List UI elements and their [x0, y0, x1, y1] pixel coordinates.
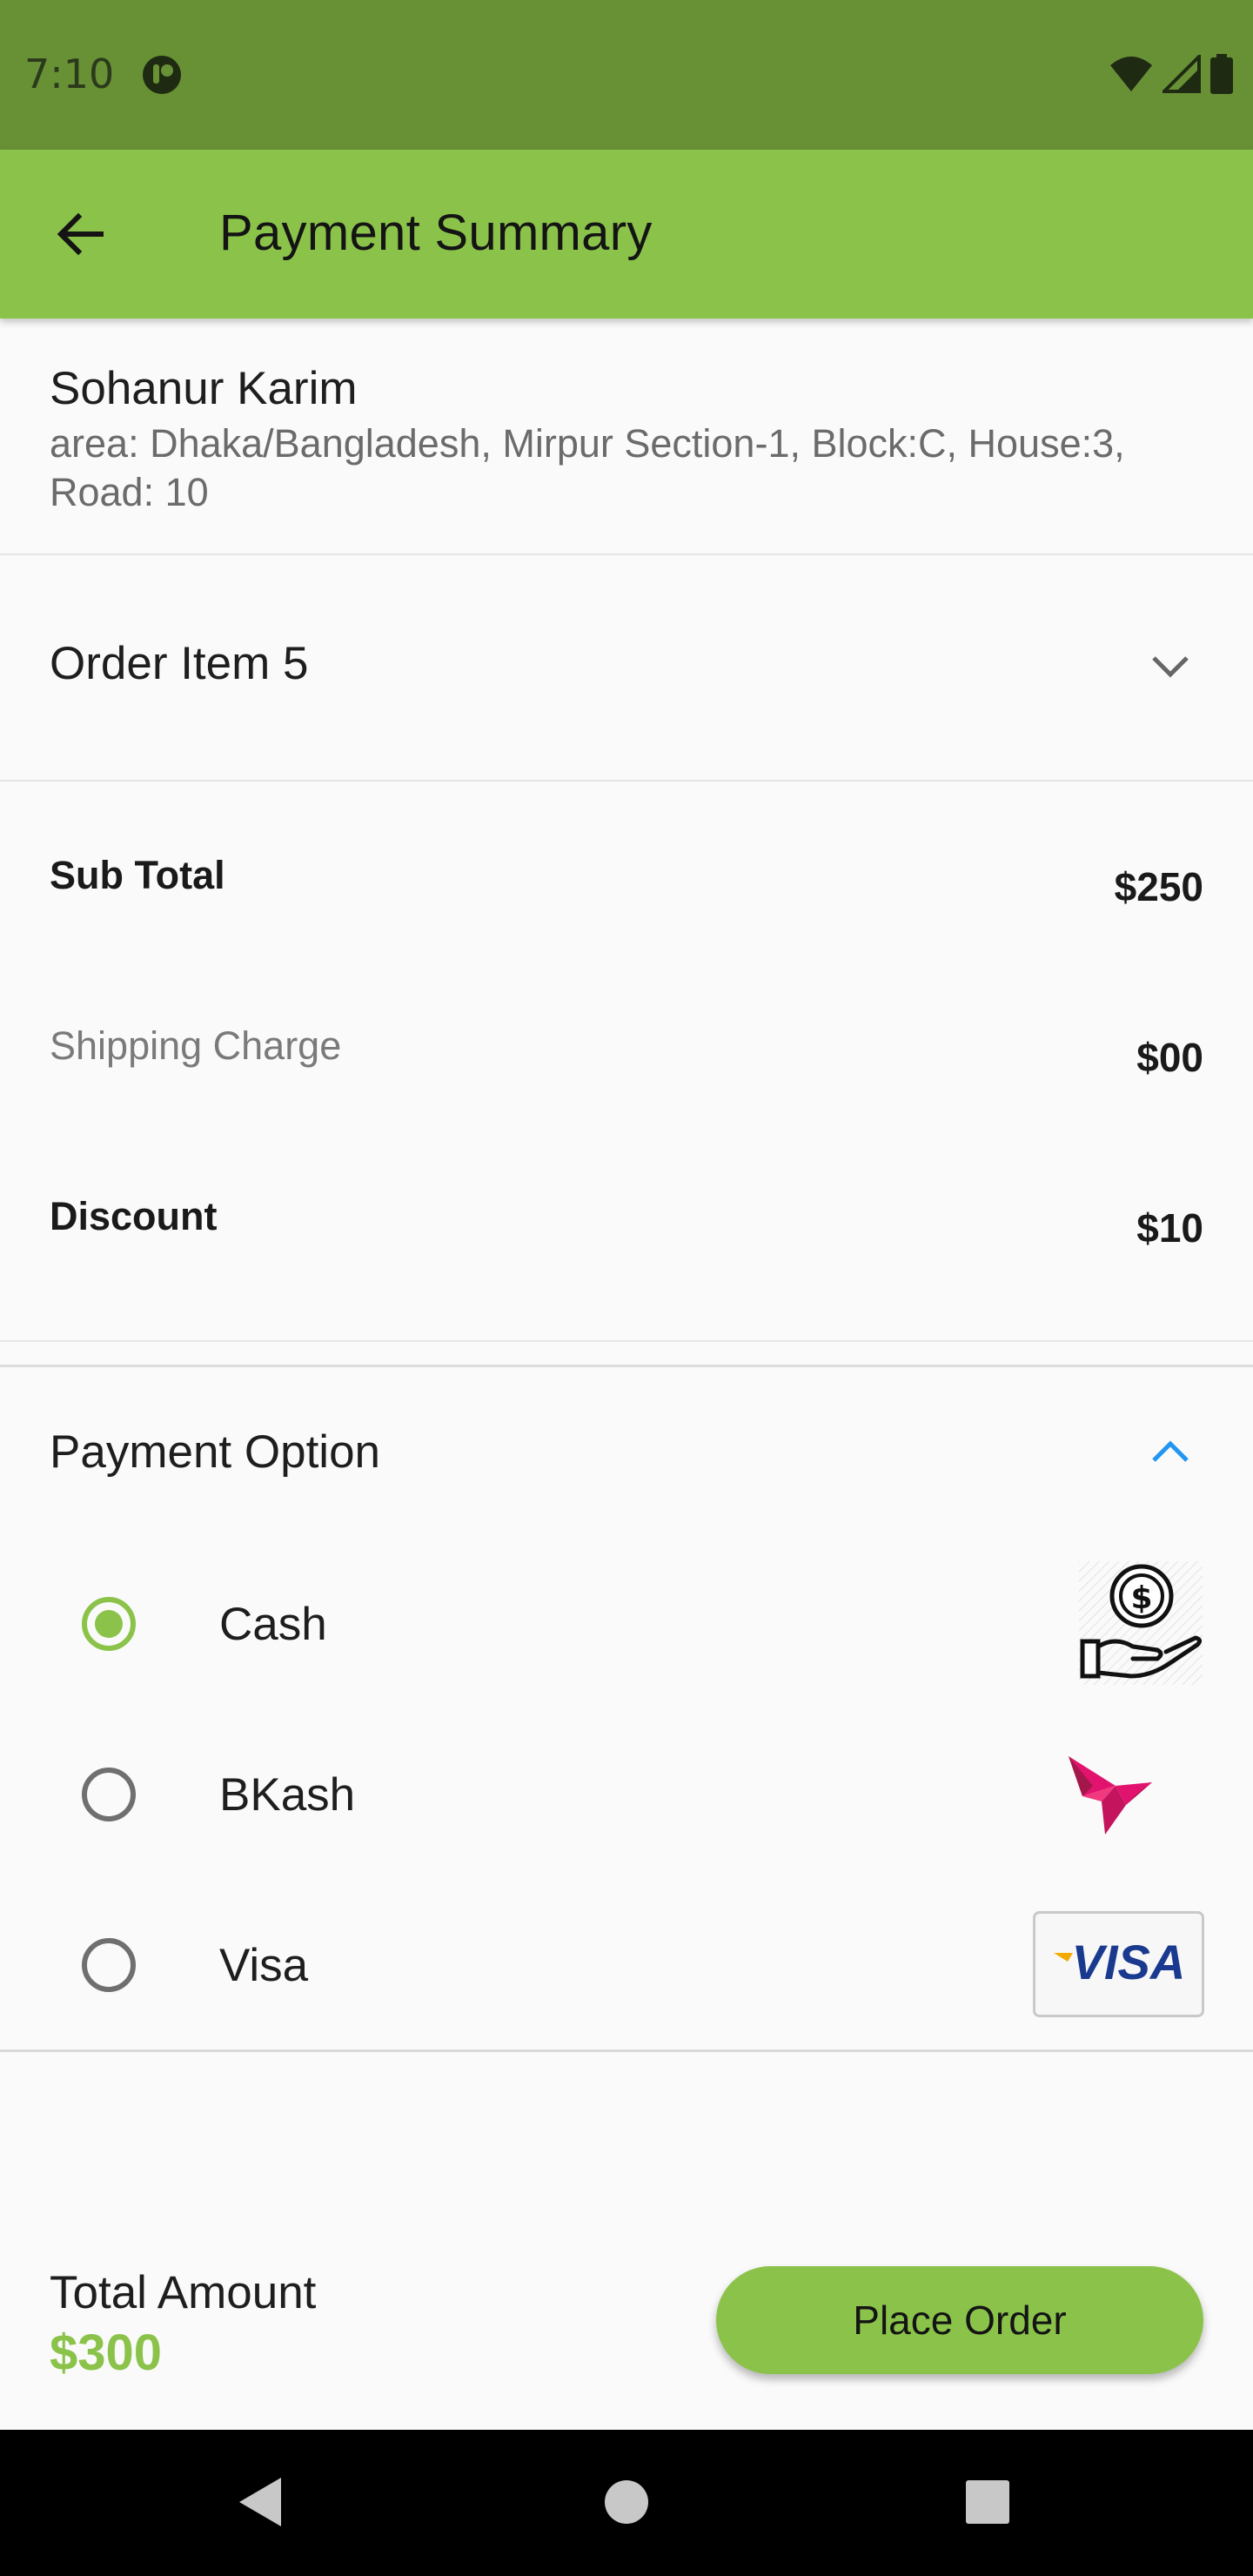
shipping-value: $00	[1136, 1035, 1203, 1080]
visa-card-icon: VISA	[1033, 1911, 1204, 2017]
status-bar: 7:10	[0, 0, 1253, 150]
cash-in-hand-icon: $	[1079, 1561, 1203, 1685]
back-button[interactable]	[44, 198, 117, 271]
sub-total-label: Sub Total	[50, 853, 225, 897]
back-triangle-icon	[239, 2478, 281, 2526]
radio-visa[interactable]	[82, 1938, 136, 1992]
payment-option-cash[interactable]: Cash $	[0, 1539, 1253, 1709]
discount-label: Discount	[50, 1194, 218, 1238]
total-amount-label: Total Amount	[50, 2267, 317, 2318]
visa-logo-text: VISA	[1072, 1935, 1186, 1989]
nav-recents-button[interactable]	[950, 2465, 1025, 2539]
shipping-label: Shipping Charge	[50, 1023, 342, 1068]
total-amount-value: $300	[50, 2324, 163, 2381]
payment-option-label: Cash	[219, 1599, 327, 1650]
recents-square-icon	[966, 2480, 1009, 2524]
status-icons	[1109, 54, 1234, 94]
radio-cash[interactable]	[82, 1597, 136, 1651]
payment-option-label: BKash	[219, 1769, 356, 1821]
cellular-signal-icon	[1163, 55, 1201, 93]
divider	[0, 2049, 1253, 2052]
nav-back-button[interactable]	[223, 2465, 298, 2539]
arrow-left-icon	[57, 212, 104, 256]
payment-option-expander[interactable]: Payment Option	[0, 1392, 1253, 1514]
sub-total-row: Sub Total $250	[0, 853, 1253, 940]
app-bar: Payment Summary	[0, 150, 1253, 319]
discount-value: $10	[1136, 1205, 1203, 1251]
payment-option-label: Visa	[219, 1940, 309, 1991]
customer-address: area: Dhaka/Bangladesh, Mirpur Section-1…	[50, 421, 1125, 514]
svg-text:$: $	[1130, 1580, 1152, 1616]
divider	[0, 1340, 1253, 1342]
shipping-row: Shipping Charge $00	[0, 1023, 1253, 1110]
payment-option-bkash[interactable]: BKash	[0, 1709, 1253, 1880]
divider	[0, 1365, 1253, 1367]
home-circle-icon	[605, 2480, 648, 2524]
page-title: Payment Summary	[219, 205, 653, 261]
app-notification-icon	[143, 56, 181, 94]
system-navigation-bar	[0, 2430, 1253, 2576]
bkash-logo-icon	[1069, 1756, 1152, 1835]
nav-home-button[interactable]	[589, 2465, 664, 2539]
battery-icon	[1210, 54, 1233, 94]
order-item-expander[interactable]: Order Item 5	[0, 555, 1253, 782]
payment-option-title: Payment Option	[50, 1426, 381, 1478]
payment-option-visa[interactable]: Visa VISA	[0, 1880, 1253, 2050]
delivery-address: Sohanur Karim area: Dhaka/Bangladesh, Mi…	[0, 319, 1253, 555]
place-order-button[interactable]: Place Order	[716, 2266, 1203, 2374]
order-item-label: Order Item 5	[50, 638, 309, 689]
wifi-icon	[1110, 57, 1152, 91]
customer-name: Sohanur Karim	[50, 363, 358, 414]
status-time: 7:10	[24, 50, 115, 97]
chevron-up-icon	[1152, 1440, 1189, 1462]
chevron-down-icon	[1152, 656, 1189, 678]
radio-bkash[interactable]	[82, 1768, 136, 1821]
discount-row: Discount $10	[0, 1194, 1253, 1281]
sub-total-value: $250	[1114, 864, 1203, 909]
